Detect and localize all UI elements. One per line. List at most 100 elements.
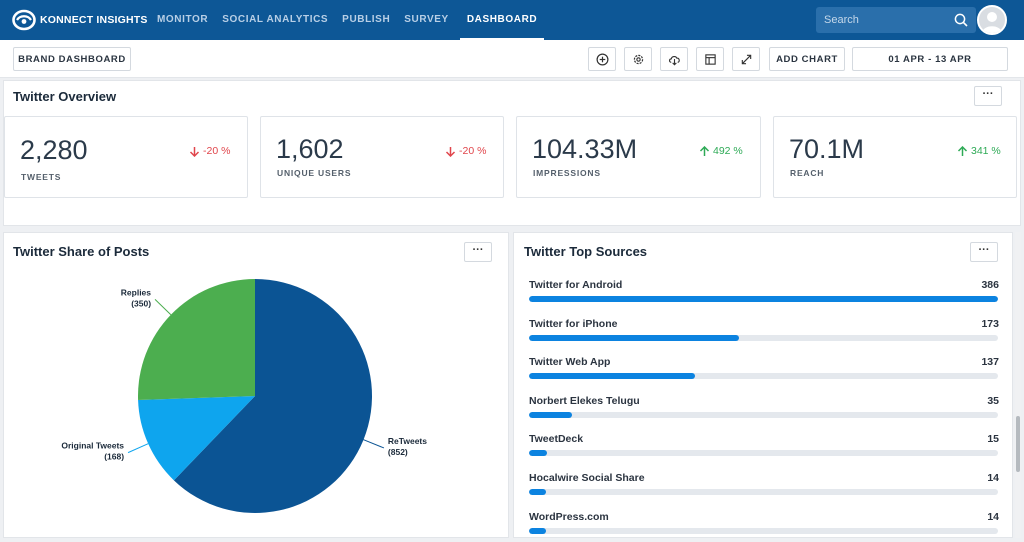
- layout-icon: [704, 53, 716, 65]
- share-pie-chart: ReTweets(852) Original Tweets(168) Replies…: [61, 279, 427, 513]
- arrow-down-icon: [189, 146, 200, 157]
- source-bar-track: [529, 489, 998, 495]
- share-more-button[interactable]: ···: [464, 242, 492, 262]
- source-name: Norbert Elekes Telugu: [529, 394, 640, 407]
- dashboard-toolbar: BRAND DASHBOARD ADD CHART 01 APR - 13 AP…: [0, 40, 1024, 78]
- source-bar: [529, 411, 572, 418]
- kpi-card-unique-users: 1,602 UNIQUE USERS -20 %: [260, 116, 504, 198]
- nav-monitor[interactable]: MONITOR: [150, 0, 215, 40]
- overview-more-button[interactable]: ···: [974, 86, 1002, 106]
- source-bar-track: [529, 296, 998, 302]
- kpi-value: 1,602: [276, 134, 344, 164]
- kpi-change-value: 492 %: [713, 145, 743, 157]
- fullscreen-button[interactable]: [732, 47, 760, 71]
- scrollbar[interactable]: [1015, 232, 1021, 538]
- date-range-picker[interactable]: 01 APR - 13 APR: [852, 47, 1008, 71]
- scroll-thumb[interactable]: [1016, 416, 1020, 472]
- source-bar: [529, 527, 546, 534]
- add-chart-button[interactable]: ADD CHART: [769, 47, 845, 71]
- top-navigation-bar: KONNECT INSIGHTS MONITOR SOCIAL ANALYTIC…: [0, 0, 1024, 40]
- source-name: WordPress.com: [529, 510, 609, 523]
- source-bar: [529, 450, 548, 457]
- download-button[interactable]: [660, 47, 688, 71]
- arrow-up-icon: [699, 145, 710, 156]
- kpi-card-reach: 70.1M REACH 341 %: [773, 116, 1017, 198]
- nav-publish[interactable]: PUBLISH: [335, 0, 397, 40]
- source-count: 35: [987, 394, 999, 407]
- nav-survey[interactable]: SURVEY: [397, 0, 456, 40]
- pie-label-value: (852): [388, 447, 408, 457]
- source-row: Norbert Elekes Telugu 35: [529, 395, 999, 425]
- kpi-label: IMPRESSIONS: [533, 168, 601, 178]
- settings-button[interactable]: [624, 47, 652, 71]
- source-row: WordPress.com 14: [529, 511, 999, 541]
- kpi-card-tweets: 2,280 TWEETS -20 %: [4, 116, 248, 198]
- pie-leader-line: [154, 299, 172, 316]
- kpi-change: -20 %: [445, 145, 486, 157]
- source-name: Twitter Web App: [529, 356, 611, 369]
- brand-dashboard-button[interactable]: BRAND DASHBOARD: [13, 47, 131, 71]
- source-count: 137: [981, 356, 999, 369]
- logo[interactable]: KONNECT INSIGHTS: [12, 9, 148, 31]
- source-bar: [529, 334, 740, 341]
- source-row: Twitter Web App 137: [529, 356, 999, 386]
- source-row: TweetDeck 15: [529, 433, 999, 463]
- source-name: Twitter for iPhone: [529, 317, 618, 330]
- source-bar-track: [529, 373, 998, 380]
- twitter-overview-title: Twitter Overview: [13, 89, 117, 104]
- logo-text: KONNECT INSIGHTS: [40, 14, 148, 26]
- source-count: 173: [981, 317, 999, 330]
- kpi-change-value: 341 %: [971, 145, 1001, 157]
- search-icon[interactable]: [954, 13, 968, 27]
- source-row: Hocalwire Social Share 14: [529, 472, 999, 502]
- source-name: Hocalwire Social Share: [529, 472, 645, 484]
- nav-social-analytics[interactable]: SOCIAL ANALYTICS: [215, 0, 335, 40]
- sources-more-button[interactable]: ···: [970, 242, 998, 262]
- add-widget-button[interactable]: [588, 47, 616, 71]
- pie-label-name: ReTweets: [388, 436, 427, 446]
- search-box: [816, 7, 976, 33]
- share-of-posts-title: Twitter Share of Posts: [13, 244, 150, 259]
- source-count: 15: [987, 433, 999, 446]
- pie-label-value: (350): [131, 298, 151, 308]
- kpi-change-value: -20 %: [459, 145, 487, 157]
- kpi-label: REACH: [790, 168, 825, 178]
- pie-leader-line: [127, 443, 149, 454]
- cloud-download-icon: [668, 55, 680, 65]
- kpi-label: TWEETS: [21, 172, 62, 182]
- source-bar: [529, 373, 696, 380]
- source-count: 14: [987, 472, 999, 484]
- pie-label-name: Original Tweets: [61, 441, 124, 451]
- kpi-change: -20 %: [189, 145, 230, 157]
- layout-button[interactable]: [696, 47, 724, 71]
- pie-slice-replies[interactable]: [138, 279, 255, 401]
- kpi-value: 2,280: [20, 135, 88, 165]
- source-name: Twitter for Android: [529, 279, 623, 291]
- source-bar: [529, 489, 546, 495]
- avatar[interactable]: [977, 5, 1007, 35]
- search-input[interactable]: [824, 7, 949, 33]
- source-bar-track: [529, 411, 998, 418]
- kpi-value: 104.33M: [532, 134, 638, 164]
- settings-icon: [633, 54, 643, 64]
- nav-dashboard[interactable]: DASHBOARD: [459, 0, 545, 40]
- arrow-up-icon: [957, 145, 968, 156]
- konnect-logo-icon: [12, 9, 36, 31]
- pie-label-value: (168): [104, 452, 124, 462]
- kpi-value: 70.1M: [789, 134, 865, 164]
- source-row: Twitter for Android 386: [529, 279, 999, 309]
- pie-label-name: Replies: [121, 287, 152, 297]
- top-sources-title: Twitter Top Sources: [524, 244, 648, 259]
- user-avatar-icon: [982, 12, 1002, 33]
- add-circle-icon: [596, 53, 608, 65]
- kpi-card-impressions: 104.33M IMPRESSIONS 492 %: [516, 116, 761, 198]
- expand-icon: [741, 54, 751, 64]
- kpi-change: 492 %: [699, 145, 743, 157]
- source-count: 14: [987, 510, 999, 523]
- kpi-change-value: -20 %: [203, 145, 231, 157]
- source-bar: [529, 296, 998, 302]
- kpi-label: UNIQUE USERS: [277, 168, 352, 178]
- source-count: 386: [981, 279, 999, 291]
- source-bar-track: [529, 527, 998, 534]
- kpi-change: 341 %: [957, 145, 1001, 157]
